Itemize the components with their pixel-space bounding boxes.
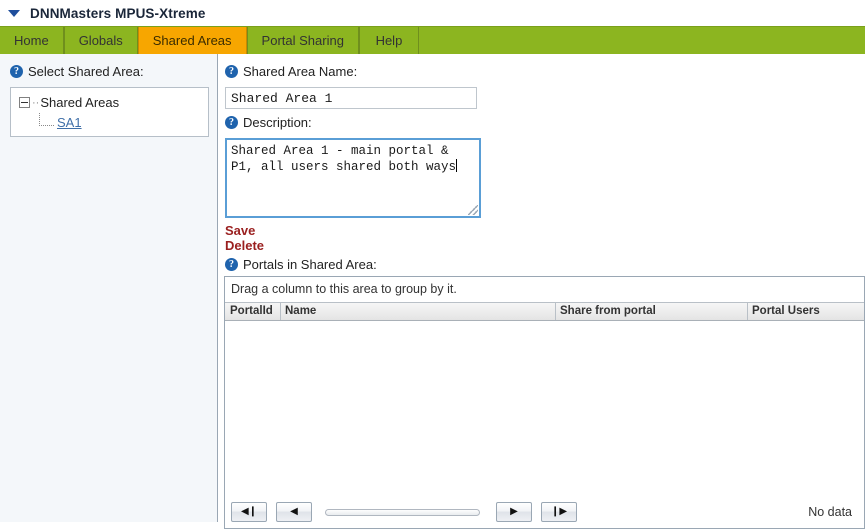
grid-empty-status: No data	[808, 505, 852, 519]
description-textarea[interactable]: Shared Area 1 - main portal & P1, all us…	[225, 138, 481, 218]
help-icon[interactable]: ?	[225, 258, 238, 271]
portals-in-shared-area-label: ? Portals in Shared Area:	[225, 257, 865, 272]
resize-grip-icon[interactable]	[468, 205, 478, 215]
select-shared-area-label: ? Select Shared Area:	[10, 64, 209, 79]
grid-body-empty	[225, 321, 864, 496]
select-shared-area-text: Select Shared Area:	[28, 64, 144, 79]
tab-shared-areas[interactable]: Shared Areas	[137, 27, 247, 54]
grid-header-row: PortalId Name Share from portal Portal U…	[225, 302, 864, 321]
tree-collapse-icon[interactable]	[19, 97, 30, 108]
main-tabbar: Home Globals Shared Areas Portal Sharing…	[0, 26, 865, 54]
next-page-icon[interactable]: ▶	[496, 502, 532, 522]
description-textarea-content[interactable]: Shared Area 1 - main portal & P1, all us…	[227, 140, 479, 178]
triangle-down-icon[interactable]	[8, 10, 20, 17]
tree-item-link-sa1[interactable]: SA1	[57, 115, 82, 130]
last-page-icon[interactable]: ❙▶	[541, 502, 577, 522]
previous-page-icon[interactable]: ◀	[276, 502, 312, 522]
tab-home[interactable]: Home	[0, 27, 64, 54]
tabbar-filler	[418, 27, 865, 54]
shared-areas-treeview[interactable]: ·· Shared Areas SA1	[10, 87, 209, 137]
tab-globals[interactable]: Globals	[63, 27, 138, 54]
shared-area-selector-panel: ? Select Shared Area: ·· Shared Areas SA…	[0, 54, 218, 522]
grid-column-name[interactable]: Name	[281, 303, 556, 320]
shared-area-name-label: ? Shared Area Name:	[225, 64, 865, 79]
tree-branch-connector-icon	[39, 113, 54, 126]
shared-area-name-input[interactable]	[225, 87, 477, 109]
tree-node-root[interactable]: ·· Shared Areas	[19, 95, 202, 110]
shared-area-detail-panel: ? Shared Area Name: ? Description: Share…	[218, 54, 865, 529]
portals-in-shared-area-text: Portals in Shared Area:	[243, 257, 377, 272]
tree-node-sa1[interactable]: SA1	[19, 113, 202, 131]
description-label: ? Description:	[225, 115, 865, 130]
help-icon[interactable]: ?	[225, 116, 238, 129]
next-page-glyph: ▶	[510, 506, 518, 517]
portals-grid: Drag a column to this area to group by i…	[224, 276, 865, 529]
help-icon[interactable]: ?	[10, 65, 23, 78]
grid-pager: ◀❙ ◀ ▶ ❙▶ No data	[225, 496, 864, 528]
tree-root-label: Shared Areas	[40, 95, 120, 110]
grid-group-panel[interactable]: Drag a column to this area to group by i…	[225, 277, 864, 302]
first-page-icon[interactable]: ◀❙	[231, 502, 267, 522]
grid-column-share-from-portal[interactable]: Share from portal	[556, 303, 748, 320]
previous-page-glyph: ◀	[290, 506, 298, 517]
grid-column-portal-users[interactable]: Portal Users	[748, 303, 864, 320]
first-page-glyph: ◀❙	[240, 506, 258, 517]
description-value: Shared Area 1 - main portal & P1, all us…	[231, 144, 457, 174]
text-caret	[456, 159, 458, 172]
window-titlebar: DNNMasters MPUS-Xtreme	[0, 0, 865, 26]
tab-portal-sharing[interactable]: Portal Sharing	[246, 27, 359, 54]
last-page-glyph: ❙▶	[550, 506, 568, 517]
help-icon[interactable]: ?	[225, 65, 238, 78]
shared-area-name-text: Shared Area Name:	[243, 64, 358, 79]
tree-dot-connector: ··	[32, 96, 40, 109]
content-area: ? Select Shared Area: ·· Shared Areas SA…	[0, 54, 865, 529]
tab-help[interactable]: Help	[358, 27, 419, 54]
save-link[interactable]: Save	[225, 223, 865, 238]
pager-slider[interactable]	[325, 508, 480, 516]
page-title: DNNMasters MPUS-Xtreme	[30, 5, 206, 21]
grid-column-portalid[interactable]: PortalId	[225, 303, 281, 320]
delete-link[interactable]: Delete	[225, 238, 865, 253]
description-text: Description:	[243, 115, 312, 130]
